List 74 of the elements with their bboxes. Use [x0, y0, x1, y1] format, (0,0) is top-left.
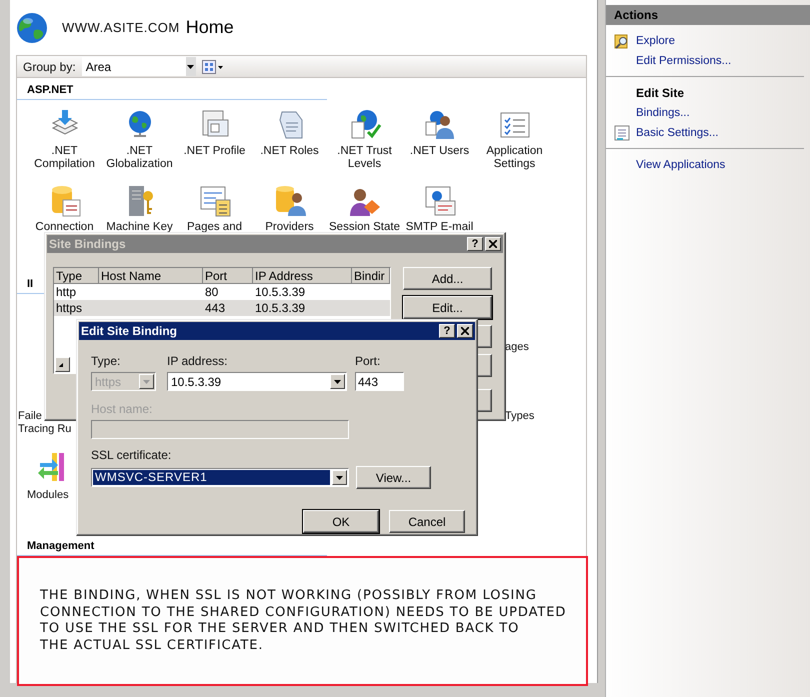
feature-label[interactable]: .NET Compilation [26, 145, 102, 171]
feature-label[interactable]: Connection [26, 221, 102, 234]
feature-label[interactable]: Faile Tracing Ru [18, 410, 72, 436]
help-button[interactable]: ? [467, 237, 483, 251]
caret-icon [336, 476, 343, 480]
dialog-button[interactable]: OK [303, 510, 379, 533]
action-link[interactable]: Basic Settings... [636, 127, 718, 139]
field-label: Host name: [91, 402, 154, 416]
dialog-button[interactable]: Edit... [403, 296, 492, 319]
close-icon [461, 327, 469, 335]
column-header[interactable]: Port [203, 268, 253, 284]
user-icon [422, 108, 456, 142]
port-field[interactable]: 443 [355, 372, 404, 391]
feature-label[interactable]: Session State [326, 221, 402, 234]
field-label: Type: [91, 354, 122, 368]
column-header[interactable]: Bindir [352, 268, 390, 284]
action-link[interactable]: View Applications [636, 159, 726, 171]
feature-label[interactable]: .NET Roles [252, 145, 328, 158]
field-label: IP address: [167, 354, 228, 368]
section-title: ASP.NET [17, 80, 327, 100]
feature-label[interactable]: .NET Trust Levels [326, 145, 402, 171]
dialog-button[interactable]: Cancel [389, 510, 465, 533]
table-cell-text: 10.5.3.39 [254, 300, 306, 316]
feature-label[interactable]: Providers [252, 221, 328, 234]
dialog-title: Edit Site Binding [81, 324, 178, 338]
ssl-certificate-select[interactable]: WMSVC-SERVER1 [91, 468, 349, 487]
close-button[interactable] [457, 324, 473, 338]
folder-magnifier-icon [614, 33, 630, 49]
binding-row[interactable]: https 443 10.5.3.39 [54, 300, 390, 316]
field-label: Port: [355, 354, 382, 368]
scroll-left-button[interactable] [55, 357, 70, 372]
envelope-icon [422, 184, 456, 218]
caret-icon [59, 362, 66, 366]
column-header[interactable]: Host Name [99, 268, 203, 284]
feature-label[interactable]: .NET Users [402, 145, 478, 158]
help-button[interactable]: ? [439, 324, 455, 338]
dialog-title: Site Bindings [49, 237, 127, 251]
view-button[interactable]: View... [356, 466, 431, 489]
feature-label[interactable]: Pages and [176, 221, 252, 234]
feature-label[interactable]: Modules [27, 489, 69, 502]
feature-label[interactable]: Types [505, 410, 534, 423]
action-link[interactable]: Bindings... [636, 107, 690, 119]
feature-label[interactable]: SMTP E-mail [402, 221, 478, 234]
caret-icon [187, 64, 194, 68]
table-cell-text: 443 [204, 300, 226, 316]
feature-label[interactable]: Application Settings [476, 145, 552, 171]
panel-title: Actions [606, 5, 810, 25]
feature-label[interactable]: .NET Globalization [102, 145, 178, 171]
group-title: Edit Site [635, 85, 686, 102]
close-icon [489, 240, 497, 248]
feature-label[interactable]: ages [505, 341, 529, 354]
caret-icon [143, 380, 150, 384]
close-button[interactable] [485, 237, 501, 251]
annotation-text: THE BINDING, WHEN SSL IS NOT WORKING (POSSIBLY FROM LOSING CONNECTION TO THE SHARED CONFIGURATION) NEEDS TO BE UPDATED TO USE THE SSL FOR THE SERVER AND THEN SWITCHED BACK TO THE ACTUAL SSL CERTIFICATE. [40, 588, 568, 654]
ip-address-select[interactable]: 10.5.3.39 [167, 372, 347, 391]
page-title: Home [186, 17, 234, 38]
action-link[interactable]: Explore [636, 35, 675, 47]
table-cell-text: https [55, 300, 84, 316]
group-by-label: Group by: [23, 60, 76, 74]
group-by-select[interactable]: Area [82, 57, 196, 76]
field-label: SSL certificate: [91, 448, 172, 462]
form-icon [198, 184, 232, 218]
action-link[interactable]: Edit Permissions... [636, 55, 732, 67]
feature-label[interactable]: .NET Profile [176, 145, 252, 158]
site-name: WWW.ASITE.COM [62, 20, 180, 35]
view-icon[interactable] [202, 60, 224, 74]
dialog-button[interactable]: Add... [403, 267, 492, 290]
modules-icon [37, 453, 65, 481]
globe-icon [16, 12, 48, 44]
form-icon [614, 125, 630, 141]
column-header[interactable]: IP Address [253, 268, 352, 284]
feature-label[interactable]: Machine Key [102, 221, 178, 234]
column-header[interactable]: Type [54, 268, 99, 284]
caret-icon [334, 380, 341, 384]
